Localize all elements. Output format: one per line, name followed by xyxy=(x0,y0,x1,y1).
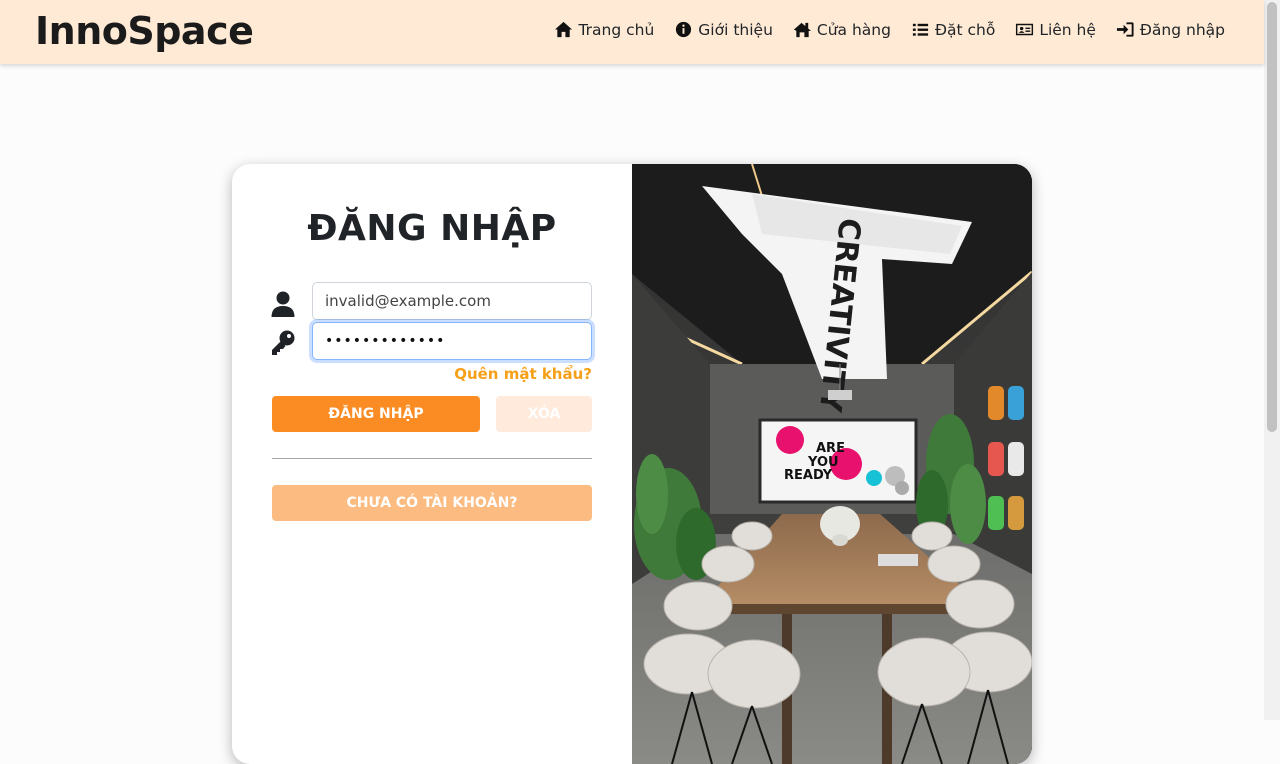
forgot-password-link[interactable]: Quên mật khẩu? xyxy=(454,365,592,383)
divider xyxy=(272,458,592,459)
login-form: ĐĂNG NHẬP Quên mật khẩu? ĐĂNG NHẬP XÓA C… xyxy=(232,164,632,764)
nav-label: Liên hệ xyxy=(1039,20,1096,39)
clear-button[interactable]: XÓA xyxy=(496,396,592,432)
password-field[interactable] xyxy=(312,322,592,360)
screen-text-1: ARE xyxy=(816,441,845,456)
nav-item-contact[interactable]: Liên hệ xyxy=(1015,20,1096,39)
navbar: InnoSpace Trang chủ Giới thiệu Cửa hàng … xyxy=(0,0,1264,64)
nav-label: Cửa hàng xyxy=(816,20,891,39)
office-photo: CREATIVITY ARE YOU READY xyxy=(632,164,1032,764)
register-button[interactable]: CHƯA CÓ TÀI KHOẢN? xyxy=(272,485,592,521)
nav-label: Trang chủ xyxy=(578,20,655,39)
nav-label: Đặt chỗ xyxy=(934,20,996,39)
sign-in-icon xyxy=(1116,22,1134,37)
page-scrollbar[interactable] xyxy=(1264,0,1280,720)
nav-menu: Trang chủ Giới thiệu Cửa hàng Đặt chỗ Li… xyxy=(554,20,1225,39)
login-card: ĐĂNG NHẬP Quên mật khẩu? ĐĂNG NHẬP XÓA C… xyxy=(232,164,1032,764)
nav-label: Giới thiệu xyxy=(698,20,773,39)
nav-label: Đăng nhập xyxy=(1139,20,1225,39)
nav-item-about[interactable]: Giới thiệu xyxy=(674,20,773,39)
page-title: ĐĂNG NHẬP xyxy=(307,208,557,249)
list-icon xyxy=(912,23,929,36)
home-icon xyxy=(555,21,573,38)
nav-item-home[interactable]: Trang chủ xyxy=(554,20,654,39)
key-icon xyxy=(270,329,296,357)
info-circle-icon xyxy=(676,21,692,38)
user-icon xyxy=(270,290,296,318)
scrollbar-thumb[interactable] xyxy=(1267,2,1277,432)
contact-card-icon xyxy=(1016,23,1034,36)
brand-logo[interactable]: InnoSpace xyxy=(35,9,254,53)
login-button[interactable]: ĐĂNG NHẬP xyxy=(272,396,480,432)
email-field[interactable] xyxy=(312,282,592,320)
nav-item-booking[interactable]: Đặt chỗ xyxy=(911,20,995,39)
nav-item-login[interactable]: Đăng nhập xyxy=(1116,20,1225,39)
nav-item-store[interactable]: Cửa hàng xyxy=(793,20,891,39)
screen-text-3: READY xyxy=(784,468,833,483)
store-icon xyxy=(793,22,811,38)
